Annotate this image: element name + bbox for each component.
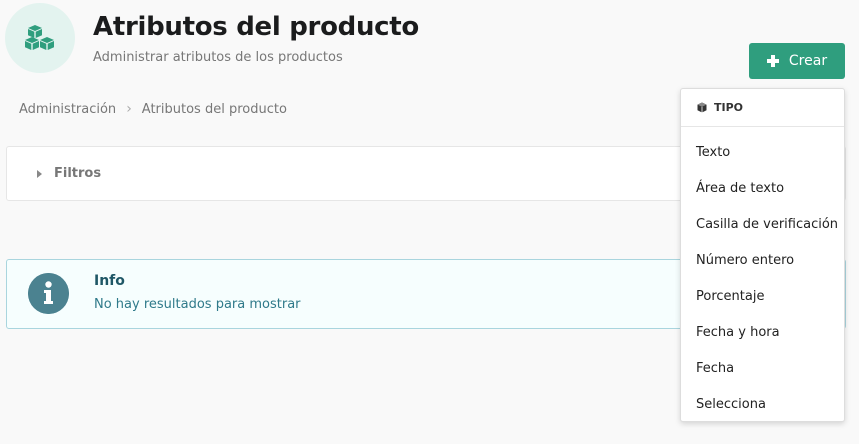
dropdown-item-fecha-y-hora[interactable]: Fecha y hora: [681, 314, 844, 350]
info-icon: [28, 273, 69, 314]
dropdown-item-numero-entero[interactable]: Número entero: [681, 242, 844, 278]
type-dropdown-menu: TIPO Texto Área de texto Casilla de veri…: [680, 88, 845, 422]
dropdown-list: Texto Área de texto Casilla de verificac…: [681, 127, 844, 422]
page-title: Atributos del producto: [93, 12, 419, 42]
dropdown-item-texto[interactable]: Texto: [681, 134, 844, 170]
dropdown-item-area-de-texto[interactable]: Área de texto: [681, 170, 844, 206]
caret-right-icon: [37, 169, 42, 178]
dropdown-item-selecciona[interactable]: Selecciona: [681, 386, 844, 422]
filters-label: Filtros: [54, 166, 102, 181]
cubes-icon: [25, 25, 54, 50]
filters-toggle[interactable]: Filtros: [37, 166, 101, 181]
create-button-label: Crear: [788, 53, 828, 69]
dropdown-header-label: TIPO: [714, 101, 744, 114]
cube-icon: [697, 102, 707, 113]
breadcrumb-item-administracion[interactable]: Administración: [19, 102, 116, 117]
header-icon-circle: [5, 3, 75, 73]
chevron-right-icon: ›: [126, 101, 132, 117]
dropdown-header: TIPO: [681, 89, 844, 127]
dropdown-item-porcentaje[interactable]: Porcentaje: [681, 278, 844, 314]
page-subtitle: Administrar atributos de los productos: [93, 50, 343, 65]
breadcrumb: Administración › Atributos del producto: [19, 101, 287, 117]
info-text: No hay resultados para mostrar: [94, 297, 301, 312]
dropdown-item-fecha[interactable]: Fecha: [681, 350, 844, 386]
create-button[interactable]: Crear: [749, 43, 845, 79]
breadcrumb-item-current: Atributos del producto: [141, 101, 287, 117]
info-title: Info: [94, 273, 125, 289]
dropdown-item-casilla-de-verificacion[interactable]: Casilla de verificación: [681, 206, 844, 242]
plus-icon: [766, 55, 779, 67]
